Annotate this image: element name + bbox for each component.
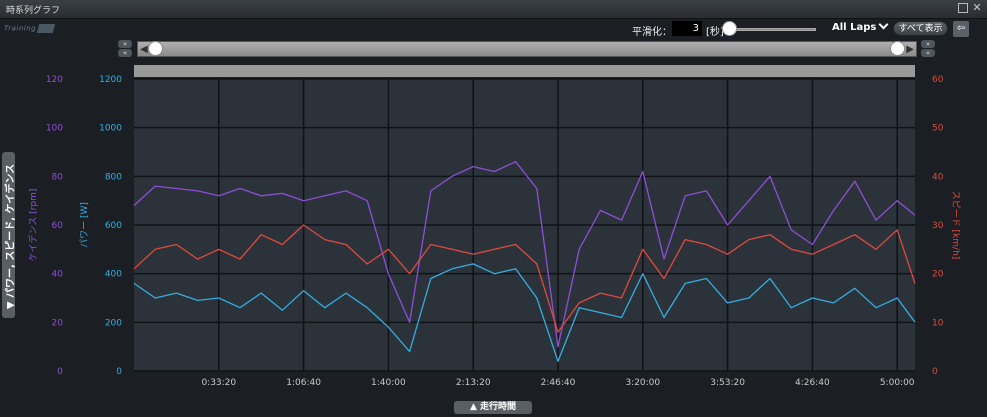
cadence-tick-label: 0 bbox=[57, 367, 63, 377]
x-tick-label: 0:33:20 bbox=[201, 378, 236, 388]
speed-tick-label: 20 bbox=[932, 270, 944, 280]
power-tick-label: 1200 bbox=[99, 75, 122, 85]
cadence-tick-label: 40 bbox=[52, 270, 64, 280]
power-tick-label: 400 bbox=[105, 270, 122, 280]
x-tick-label: 1:06:40 bbox=[286, 378, 321, 388]
power-tick-label: 800 bbox=[105, 172, 122, 182]
power-tick-label: 600 bbox=[105, 221, 122, 231]
x-tick-label: 1:40:00 bbox=[371, 378, 406, 388]
x-tick-label: 5:00:00 bbox=[880, 378, 915, 388]
cadence-axis-label: ケイデンス [rpm] bbox=[27, 189, 39, 262]
x-tick-label: 3:53:20 bbox=[710, 378, 745, 388]
speed-tick-label: 10 bbox=[932, 318, 944, 328]
speed-tick-label: 60 bbox=[932, 75, 944, 85]
speed-tick-label: 30 bbox=[932, 221, 944, 231]
power-axis-label: パワー [W] bbox=[79, 202, 90, 248]
speed-tick-label: 0 bbox=[932, 367, 938, 377]
speed-tick-label: 40 bbox=[932, 172, 944, 182]
cadence-tick-label: 60 bbox=[52, 221, 64, 231]
x-tick-label: 3:20:00 bbox=[625, 378, 660, 388]
cadence-tick-label: 100 bbox=[46, 124, 63, 134]
power-tick-label: 0 bbox=[116, 367, 122, 377]
cadence-tick-label: 120 bbox=[46, 75, 63, 85]
x-tick-label: 2:46:40 bbox=[541, 378, 576, 388]
time-series-chart[interactable]: 0:33:20 1:06:40 1:40:00 2:13:20 2:46:40 3:20:… bbox=[0, 0, 987, 417]
power-tick-label: 1000 bbox=[99, 124, 122, 134]
speed-tick-label: 50 bbox=[932, 124, 944, 134]
x-tick-label: 4:26:40 bbox=[795, 378, 830, 388]
power-tick-label: 200 bbox=[105, 318, 122, 328]
x-tick-label: 2:13:20 bbox=[456, 378, 491, 388]
cadence-tick-label: 80 bbox=[52, 172, 64, 182]
speed-axis-label: スピード [km/h] bbox=[950, 191, 961, 260]
cadence-tick-label: 20 bbox=[52, 318, 64, 328]
